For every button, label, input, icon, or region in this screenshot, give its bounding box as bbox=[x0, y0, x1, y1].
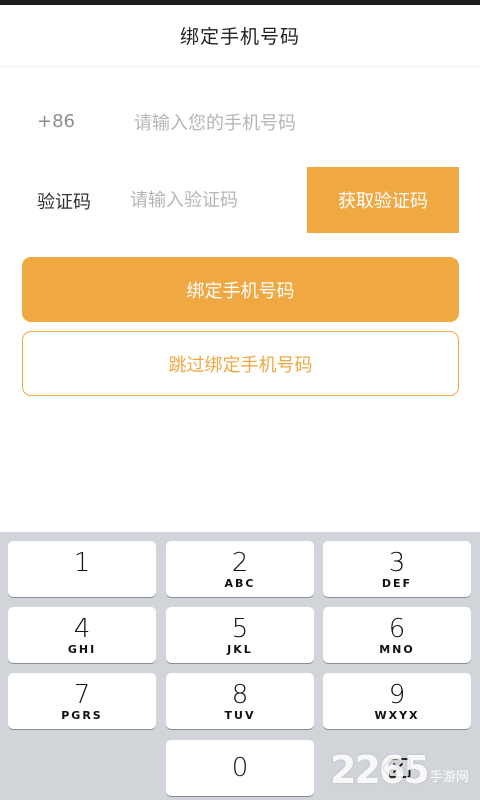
key-letters: TUV bbox=[224, 708, 256, 722]
key-9[interactable]: 9 WXYX bbox=[323, 673, 471, 729]
skip-bind-button[interactable]: 跳过绑定手机号码 bbox=[22, 331, 459, 396]
phone-input[interactable] bbox=[134, 107, 454, 139]
page-title: 绑定手机号码 bbox=[179, 26, 300, 48]
key-2[interactable]: 2 ABC bbox=[166, 541, 314, 597]
key-4[interactable]: 4 GHI bbox=[8, 607, 156, 663]
key-number: 2 bbox=[231, 547, 249, 578]
nav-bar: 绑定手机号码 bbox=[0, 5, 480, 67]
key-letters: ABC bbox=[224, 576, 256, 590]
key-8[interactable]: 8 TUV bbox=[166, 673, 314, 729]
key-number: 6 bbox=[388, 613, 406, 644]
key-letters: MNO bbox=[379, 642, 415, 656]
verification-row: 验证码 获取验证码 bbox=[0, 167, 480, 233]
key-letters: WXYX bbox=[374, 708, 420, 722]
key-number: 7 bbox=[73, 679, 91, 710]
backspace-icon bbox=[381, 758, 411, 778]
bind-phone-button[interactable]: 绑定手机号码 bbox=[22, 257, 459, 322]
key-letters: DEF bbox=[381, 576, 413, 590]
key-letters: JKL bbox=[227, 642, 253, 656]
key-3[interactable]: 3 DEF bbox=[323, 541, 471, 597]
key-letters: GHI bbox=[67, 642, 97, 656]
get-code-button[interactable]: 获取验证码 bbox=[307, 167, 459, 233]
country-code[interactable]: +86 bbox=[37, 111, 75, 132]
key-number: 1 bbox=[73, 547, 91, 578]
backspace-key[interactable] bbox=[322, 740, 470, 796]
key-number: 0 bbox=[231, 753, 249, 783]
key-number: 8 bbox=[231, 679, 249, 710]
key-number: 9 bbox=[388, 679, 406, 710]
key-5[interactable]: 5 JKL bbox=[166, 607, 314, 663]
verification-input[interactable] bbox=[130, 184, 300, 216]
key-7[interactable]: 7 PGRS bbox=[8, 673, 156, 729]
key-0[interactable]: 0 bbox=[166, 740, 314, 796]
key-number: 4 bbox=[73, 613, 91, 644]
key-letters: PGRS bbox=[61, 708, 103, 722]
key-number: 5 bbox=[231, 613, 249, 644]
verification-label: 验证码 bbox=[37, 192, 91, 213]
key-1[interactable]: 1 bbox=[8, 541, 156, 597]
phone-row: +86 bbox=[0, 95, 480, 151]
key-6[interactable]: 6 MNO bbox=[323, 607, 471, 663]
key-number: 3 bbox=[388, 547, 406, 578]
